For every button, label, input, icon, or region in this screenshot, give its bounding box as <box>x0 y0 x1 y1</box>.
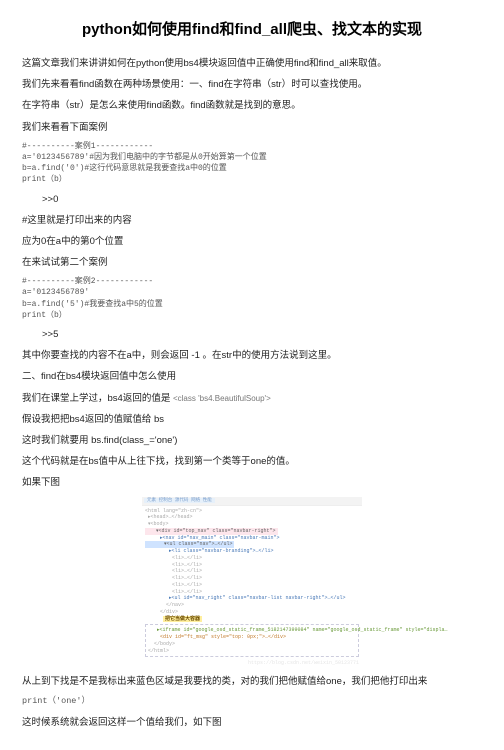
selected-line: ▾<ul class="nav">…</ul> <box>145 541 234 548</box>
paragraph: #这里就是打印出来的内容 <box>22 213 482 228</box>
paragraph: 应为0在a中的第0个位置 <box>22 234 482 249</box>
inline-code: <class 'bs4.BeautifulSoup'> <box>173 394 271 403</box>
devtools-tabs: 元素 控制台 源代码 网络 性能 <box>142 497 362 506</box>
code-line: ▾<div id="top_nav" class="navbar-right"> <box>145 528 359 535</box>
dashed-box: ▸<iframe id="google_osd_static_frame_518… <box>145 624 359 657</box>
paragraph: 我们先来看看find函数在两种场景使用：一、find在字符串（str）时可以查找… <box>22 77 482 92</box>
code-line: </html> <box>148 648 356 655</box>
code-line: <li>…</li> <box>145 568 359 575</box>
code-line: </div> <box>145 609 359 616</box>
code-line: <li>…</li> <box>145 589 359 596</box>
code-line: ▸<ul id="nav_right" class="navbar-list n… <box>145 595 359 602</box>
code-block-1: #----------案例1------------ a='0123456789… <box>22 141 482 186</box>
paragraph: 这个代码就是在bs值中从上往下找，找到第一个类等于one的值。 <box>22 454 482 469</box>
paragraph: 如果下图 <box>22 475 482 490</box>
code-line: ▸<iframe id="google_osd_static_frame_518… <box>148 627 356 634</box>
code-line: ▾<body> <box>145 521 359 528</box>
devtools-tab-elements: 元素 控制台 源代码 网络 性能 <box>144 498 215 503</box>
paragraph: 假设我把把bs4返回的值赋值给 bs <box>22 412 482 427</box>
code-line: <li>…</li> <box>145 555 359 562</box>
code-line: <li>…</li> <box>145 582 359 589</box>
devtools-body: <html lang="zh-cn"> ▸<head>…</head> ▾<bo… <box>142 506 362 660</box>
code-line: </body> <box>148 641 356 648</box>
code-line: ▸<li class="navbar-branding">…</li> <box>145 548 359 555</box>
code-line: ▸<nav id="nav_main" class="navbar-main"> <box>145 535 359 542</box>
code-line: <html lang="zh-cn"> <box>145 508 359 515</box>
output-2: >>5 <box>42 327 482 342</box>
code-line: ▸<head>…</head> <box>145 514 359 521</box>
paragraph: 从上到下找是不是我标出来蓝色区域是我要找的类，对的我们把他赋值给one，我们把他… <box>22 674 482 689</box>
code-line: <div id="ft_msg" style="top: 0px;">…</di… <box>148 634 356 641</box>
annotation: 把它当做大容器 <box>145 616 359 623</box>
paragraph: 我们在课堂上学过，bs4返回的值是 <class 'bs4.BeautifulS… <box>22 391 482 406</box>
print-statement: print（'one'） <box>22 695 482 709</box>
paragraph: 这时我们就要用 bs.find(class_='one') <box>22 433 482 448</box>
watermark: https://blog.csdn.net/weixin_50123771 <box>142 659 362 668</box>
highlighted-line: ▾<div id="top_nav" class="navbar-right"> <box>145 528 278 535</box>
code-line: ▾<ul class="nav">…</ul> <box>145 541 359 548</box>
paragraph: 其中你要查找的内容不在a中，则会返回 -1 。在str中的使用方法说到这里。 <box>22 348 482 363</box>
paragraph: 我们来看看下面案例 <box>22 120 482 135</box>
code-line: <li>…</li> <box>145 575 359 582</box>
annotation-label: 把它当做大容器 <box>163 616 202 623</box>
paragraph-text: 我们在课堂上学过，bs4返回的值是 <box>22 393 173 404</box>
output-1: >>0 <box>42 192 482 207</box>
devtools-screenshot: 元素 控制台 源代码 网络 性能 <html lang="zh-cn"> ▸<h… <box>142 497 362 669</box>
code-line: <li>…</li> <box>145 562 359 569</box>
page-title: python如何使用find和find_all爬虫、找文本的实现 <box>22 18 482 42</box>
paragraph: 在字符串（str）是怎么来使用find函数。find函数就是找到的意思。 <box>22 98 482 113</box>
code-line: </nav> <box>145 602 359 609</box>
paragraph: 二、find在bs4模块返回值中怎么使用 <box>22 369 482 384</box>
intro-paragraph: 这篇文章我们来讲讲如何在python使用bs4模块返回值中正确使用find和fi… <box>22 56 482 71</box>
code-block-2: #----------案例2------------ a='0123456789… <box>22 276 482 321</box>
paragraph: 在来试试第二个案例 <box>22 255 482 270</box>
paragraph: 这时候系统就会返回这样一个值给我们，如下图 <box>22 715 482 730</box>
